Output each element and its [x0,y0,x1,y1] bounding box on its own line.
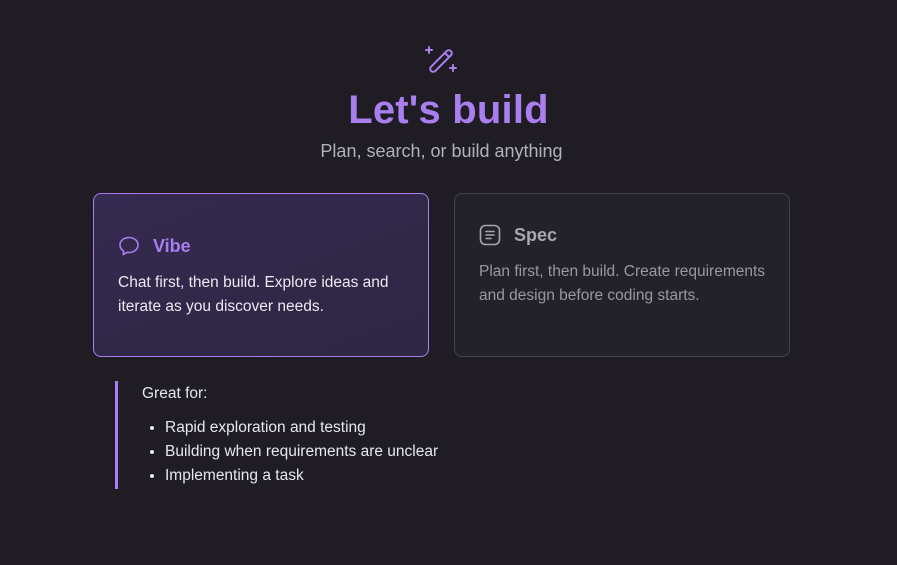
great-for-heading: Great for: [142,385,208,402]
page-title: Let's build [348,88,549,132]
great-for-item: Building when requirements are unclear [165,440,438,464]
vibe-card-title: Vibe [153,236,191,256]
great-for-panel: Great for: Rapid exploration and testing… [115,381,438,489]
spec-card-title: Spec [514,225,558,245]
great-for-item: Implementing a task [165,464,438,488]
great-for-item: Rapid exploration and testing [165,416,438,440]
page-subtitle: Plan, search, or build anything [320,141,563,161]
great-for-list: Rapid exploration and testing Building w… [142,416,438,488]
spec-card-header: Spec [479,223,557,247]
document-lines-icon [479,224,501,246]
spec-mode-card[interactable]: Spec Plan first, then build. Create requ… [454,193,790,357]
vibe-card-header: Vibe [118,234,191,258]
chat-bubble-icon [119,236,139,256]
vibe-mode-card[interactable]: Vibe Chat first, then build. Explore ide… [93,193,429,357]
magic-wand-icon [425,46,457,73]
spec-card-description: Plan first, then build. Create requireme… [479,263,766,304]
vibe-card-description: Chat first, then build. Explore ideas an… [118,274,389,315]
